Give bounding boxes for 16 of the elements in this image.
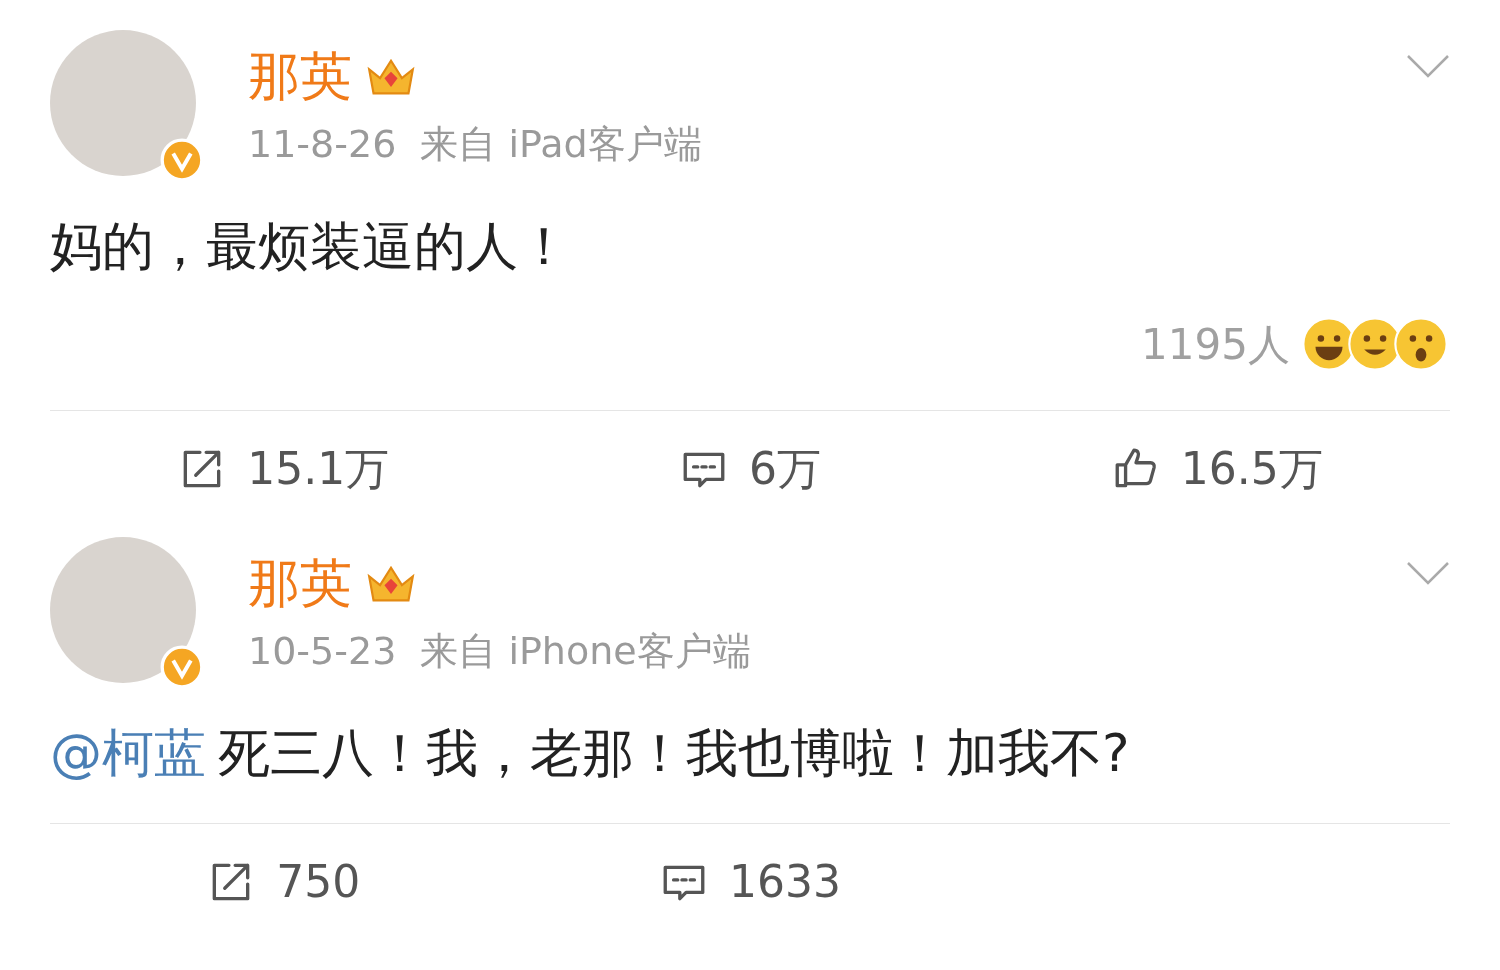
chevron-down-icon[interactable] — [1406, 52, 1450, 80]
like-button[interactable]: 16.5万 — [983, 441, 1450, 497]
repost-button[interactable]: 15.1万 — [50, 441, 517, 497]
post-date: 10-5-23 — [248, 628, 397, 675]
comment-button[interactable]: 6万 — [516, 441, 984, 497]
post-text: @柯蓝 死三八！我，老那！我也博啦！加我不? — [50, 722, 1131, 785]
post-text: 妈的，最烦装逼的人！ — [50, 215, 571, 278]
chevron-down-icon[interactable] — [1406, 559, 1450, 587]
comment-button[interactable]: 1633 — [516, 854, 984, 910]
post-date: 11-8-26 — [248, 121, 397, 168]
post-source: 来自 iPhone客户端 — [420, 628, 751, 675]
repost-button[interactable]: 750 — [50, 854, 517, 910]
post-source: 来自 iPad客户端 — [420, 121, 702, 168]
reaction-count: 1195人 — [1141, 318, 1290, 371]
mention-link[interactable]: @柯蓝 — [50, 723, 206, 783]
surprised-face-icon — [1394, 317, 1448, 371]
